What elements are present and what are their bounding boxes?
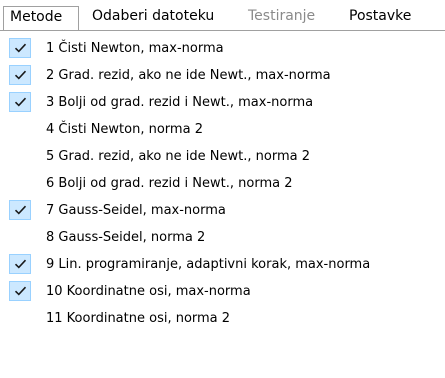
menu-postavke[interactable]: Postavke xyxy=(343,6,417,31)
menu-item-11[interactable]: 11 Koordinatne osi, norma 2 xyxy=(0,305,445,332)
menu-item-label: 7 Gauss-Seidel, max-norma xyxy=(46,203,226,218)
menu-metode[interactable]: Metode xyxy=(3,6,79,31)
menu-item-5[interactable]: 5 Grad. rezid, ako ne ide Newt., norma 2 xyxy=(0,143,445,170)
menu-item-label: 11 Koordinatne osi, norma 2 xyxy=(46,311,231,326)
menu-item-2[interactable]: 2 Grad. rezid, ako ne ide Newt., max-nor… xyxy=(0,62,445,89)
check-icon xyxy=(9,254,31,274)
metode-dropdown: 1 Čisti Newton, max-norma 2 Grad. rezid,… xyxy=(0,30,445,378)
menu-item-label: 6 Bolji od grad. rezid i Newt., norma 2 xyxy=(46,176,293,191)
menu-item-1[interactable]: 1 Čisti Newton, max-norma xyxy=(0,35,445,62)
menu-odaberi-datoteku[interactable]: Odaberi datoteku xyxy=(86,6,220,31)
menu-item-label: 5 Grad. rezid, ako ne ide Newt., norma 2 xyxy=(46,149,310,164)
check-icon xyxy=(9,65,31,85)
menu-item-9[interactable]: 9 Lin. programiranje, adaptivni korak, m… xyxy=(0,251,445,278)
check-icon xyxy=(9,92,31,112)
menu-item-4[interactable]: 4 Čisti Newton, norma 2 xyxy=(0,116,445,143)
menu-item-8[interactable]: 8 Gauss-Seidel, norma 2 xyxy=(0,224,445,251)
check-icon xyxy=(9,38,31,58)
menu-item-7[interactable]: 7 Gauss-Seidel, max-norma xyxy=(0,197,445,224)
menu-item-label: 9 Lin. programiranje, adaptivni korak, m… xyxy=(46,257,371,272)
menu-item-label: 2 Grad. rezid, ako ne ide Newt., max-nor… xyxy=(46,68,331,83)
menu-bar: Metode Odaberi datoteku Testiranje Posta… xyxy=(0,0,445,32)
menu-item-label: 4 Čisti Newton, norma 2 xyxy=(46,122,203,137)
menu-item-10[interactable]: 10 Koordinatne osi, max-norma xyxy=(0,278,445,305)
check-icon xyxy=(9,200,31,220)
menu-item-label: 3 Bolji od grad. rezid i Newt., max-norm… xyxy=(46,95,314,110)
menu-item-label: 10 Koordinatne osi, max-norma xyxy=(46,284,251,299)
menu-item-label: 1 Čisti Newton, max-norma xyxy=(46,41,224,56)
menu-item-6[interactable]: 6 Bolji od grad. rezid i Newt., norma 2 xyxy=(0,170,445,197)
menu-item-3[interactable]: 3 Bolji od grad. rezid i Newt., max-norm… xyxy=(0,89,445,116)
menu-item-label: 8 Gauss-Seidel, norma 2 xyxy=(46,230,206,245)
menu-testiranje[interactable]: Testiranje xyxy=(242,6,321,31)
check-icon xyxy=(9,281,31,301)
